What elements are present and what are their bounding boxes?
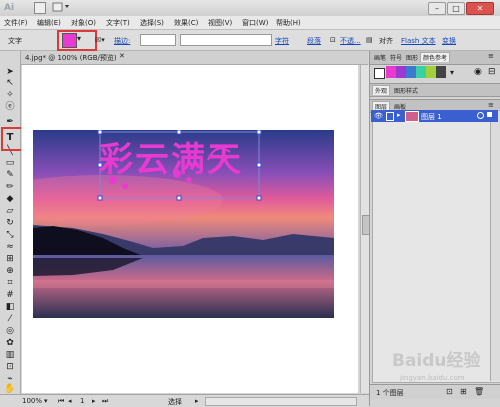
tab-graphic[interactable]: 图形 — [404, 53, 420, 62]
tab-color-guide[interactable]: 颜色参考 — [420, 52, 451, 62]
tool-label: 文字 — [8, 37, 22, 45]
tab-symbols[interactable]: 符号 — [388, 53, 404, 62]
panel-menu-icon[interactable]: ≡ — [486, 52, 496, 60]
menu-type[interactable]: 文字(T) — [106, 18, 130, 28]
align-icon[interactable]: ▤ — [366, 36, 373, 44]
horizontal-scrollbar[interactable] — [205, 397, 357, 406]
character-link[interactable]: 字符 — [275, 36, 289, 46]
target-icon[interactable] — [477, 112, 484, 119]
lasso-tool-icon[interactable]: ⓔ — [4, 102, 16, 113]
highlight-box-fill — [57, 30, 97, 51]
document-tab-bar: 4.jpg* @ 100% (RGB/预览) ✕ — [21, 51, 368, 65]
last-page-icon[interactable]: ⏭ — [102, 397, 108, 406]
maximize-icon[interactable]: □ — [447, 2, 465, 15]
menu-file[interactable]: 文件(F) — [4, 18, 28, 28]
zoom-level[interactable]: 100% — [22, 397, 42, 405]
direct-selection-tool-icon[interactable]: ↖ — [4, 78, 16, 89]
save-group-icon[interactable]: ⊟ — [488, 67, 496, 77]
tab-graphic-styles[interactable]: 图形样式 — [392, 86, 420, 95]
transform-link[interactable]: 变换 — [442, 36, 456, 46]
menu-bar: 文件(F) 编辑(E) 对象(O) 文字(T) 选择(S) 效果(C) 视图(V… — [0, 16, 500, 30]
gradient-tool-icon[interactable]: ◧ — [4, 302, 16, 313]
control-bar: 文字 ▾ ☒▾ 描边: 字符 段落 ⊡ 不透... ▤ 对齐 Flash 文本 … — [0, 30, 500, 51]
text-art[interactable]: 彩云满天 — [99, 140, 259, 180]
tab-appearance[interactable]: 外观 — [372, 85, 391, 95]
status-bar: 100% ▾ ⏮ ◂ 1 ▸ ⏭ 选择 ▸ — [0, 394, 370, 407]
tab-brushes[interactable]: 画笔 — [372, 53, 388, 62]
font-family-dropdown[interactable] — [180, 34, 272, 46]
close-icon[interactable]: ✕ — [466, 2, 494, 15]
status-arrow-icon[interactable]: ▸ — [195, 397, 199, 405]
selection-indicator[interactable] — [487, 112, 492, 117]
menu-select[interactable]: 选择(S) — [140, 18, 164, 28]
warp-tool-icon[interactable]: ≈ — [4, 242, 16, 253]
graph-tool-icon[interactable]: ▥ — [4, 350, 16, 361]
minimize-icon[interactable]: – — [428, 2, 446, 15]
harmony-dropdown-icon[interactable]: ▾ — [450, 68, 454, 77]
magic-wand-tool-icon[interactable]: ✧ — [4, 90, 16, 101]
scale-tool-icon[interactable]: ⤡ — [4, 230, 16, 241]
opacity-link[interactable]: 不透... — [340, 36, 361, 46]
menu-object[interactable]: 对象(O) — [71, 18, 96, 28]
panel-tabs-top: 画笔 符号 图形 颜色参考 ≡ — [370, 51, 500, 65]
layer-name[interactable]: 图层 1 — [421, 112, 442, 122]
blob-brush-tool-icon[interactable]: ◆ — [4, 194, 16, 205]
free-transform-tool-icon[interactable]: ⊞ — [4, 254, 16, 265]
harmony-swatches[interactable] — [386, 66, 446, 78]
page-number[interactable]: 1 — [80, 397, 84, 405]
visibility-eye-icon[interactable]: 👁 — [374, 112, 383, 120]
lock-toggle[interactable] — [386, 112, 394, 121]
layer-row[interactable]: 👁 ▸ 图层 1 — [371, 110, 498, 122]
layers-scrollbar[interactable] — [490, 111, 500, 381]
eraser-tool-icon[interactable]: ▱ — [4, 206, 16, 217]
pencil-tool-icon[interactable]: ✏ — [4, 182, 16, 193]
stroke-link[interactable]: 描边: — [114, 36, 130, 46]
eyedropper-tool-icon[interactable]: ⁄ — [4, 314, 16, 325]
prev-page-icon[interactable]: ◂ — [68, 397, 72, 405]
perspective-grid-tool-icon[interactable]: ⌗ — [4, 278, 16, 289]
menu-window[interactable]: 窗口(W) — [242, 18, 268, 28]
first-page-icon[interactable]: ⏮ — [58, 397, 64, 406]
blend-tool-icon[interactable]: ◎ — [4, 326, 16, 337]
title-bar: Ai – □ ✕ — [0, 0, 500, 16]
toolbox: ➤ ↖ ✧ ⓔ ✒ T ╲ ▭ ✎ ✏ ◆ ▱ ↻ ⤡ ≈ ⊞ ⊕ ⌗ # ◧ … — [0, 51, 21, 394]
layers-menu-icon[interactable]: ≡ — [486, 101, 496, 109]
tab-close-icon[interactable]: ✕ — [119, 52, 125, 60]
flash-text-link[interactable]: Flash 文本 — [401, 36, 436, 46]
document-tab[interactable]: 4.jpg* @ 100% (RGB/预览) — [25, 53, 117, 63]
layer-thumbnail — [405, 111, 419, 122]
zoom-dropdown-icon[interactable]: ▾ — [44, 397, 48, 405]
sunset-photo[interactable]: 彩云满天 — [33, 130, 334, 318]
menu-edit[interactable]: 编辑(E) — [37, 18, 61, 28]
appearance-panel-tabs: 外观 图形样式 — [370, 83, 500, 97]
watermark-url: jingyan.baidu.com — [400, 374, 465, 382]
stroke-weight-dropdown[interactable] — [140, 34, 176, 46]
app-logo: Ai — [4, 3, 15, 13]
expand-arrow-icon[interactable]: ▸ — [397, 111, 401, 119]
stroke-swatch-icon[interactable]: ☒▾ — [95, 36, 105, 44]
menu-view[interactable]: 视图(V) — [208, 18, 232, 28]
align-label[interactable]: 对齐 — [379, 36, 393, 46]
symbol-sprayer-tool-icon[interactable]: ✿ — [4, 338, 16, 349]
rotate-tool-icon[interactable]: ↻ — [4, 218, 16, 229]
menu-help[interactable]: 帮助(H) — [276, 18, 301, 28]
baidu-watermark: Baidu经验 jingyan.baidu.com — [392, 346, 496, 392]
watermark-text: Baidu经验 — [392, 351, 481, 371]
paragraph-link[interactable]: 段落 — [307, 36, 321, 46]
edit-colors-icon[interactable]: ◉ — [474, 67, 482, 77]
bridge-button[interactable] — [34, 2, 46, 14]
vertical-scrollbar[interactable] — [360, 65, 370, 393]
arrange-documents-button[interactable] — [52, 2, 72, 12]
paintbrush-tool-icon[interactable]: ✎ — [4, 170, 16, 181]
layers-list — [372, 111, 500, 383]
rectangle-tool-icon[interactable]: ▭ — [4, 158, 16, 169]
shape-builder-tool-icon[interactable]: ⊕ — [4, 266, 16, 277]
selection-tool-icon[interactable]: ➤ — [4, 67, 16, 78]
mesh-tool-icon[interactable]: # — [4, 290, 16, 301]
envelope-icon[interactable]: ⊡ — [330, 36, 336, 44]
menu-effect[interactable]: 效果(C) — [174, 18, 198, 28]
artboard-tool-icon[interactable]: ⊡ — [4, 362, 16, 373]
base-color-swatch[interactable] — [374, 68, 385, 79]
next-page-icon[interactable]: ▸ — [92, 397, 96, 405]
